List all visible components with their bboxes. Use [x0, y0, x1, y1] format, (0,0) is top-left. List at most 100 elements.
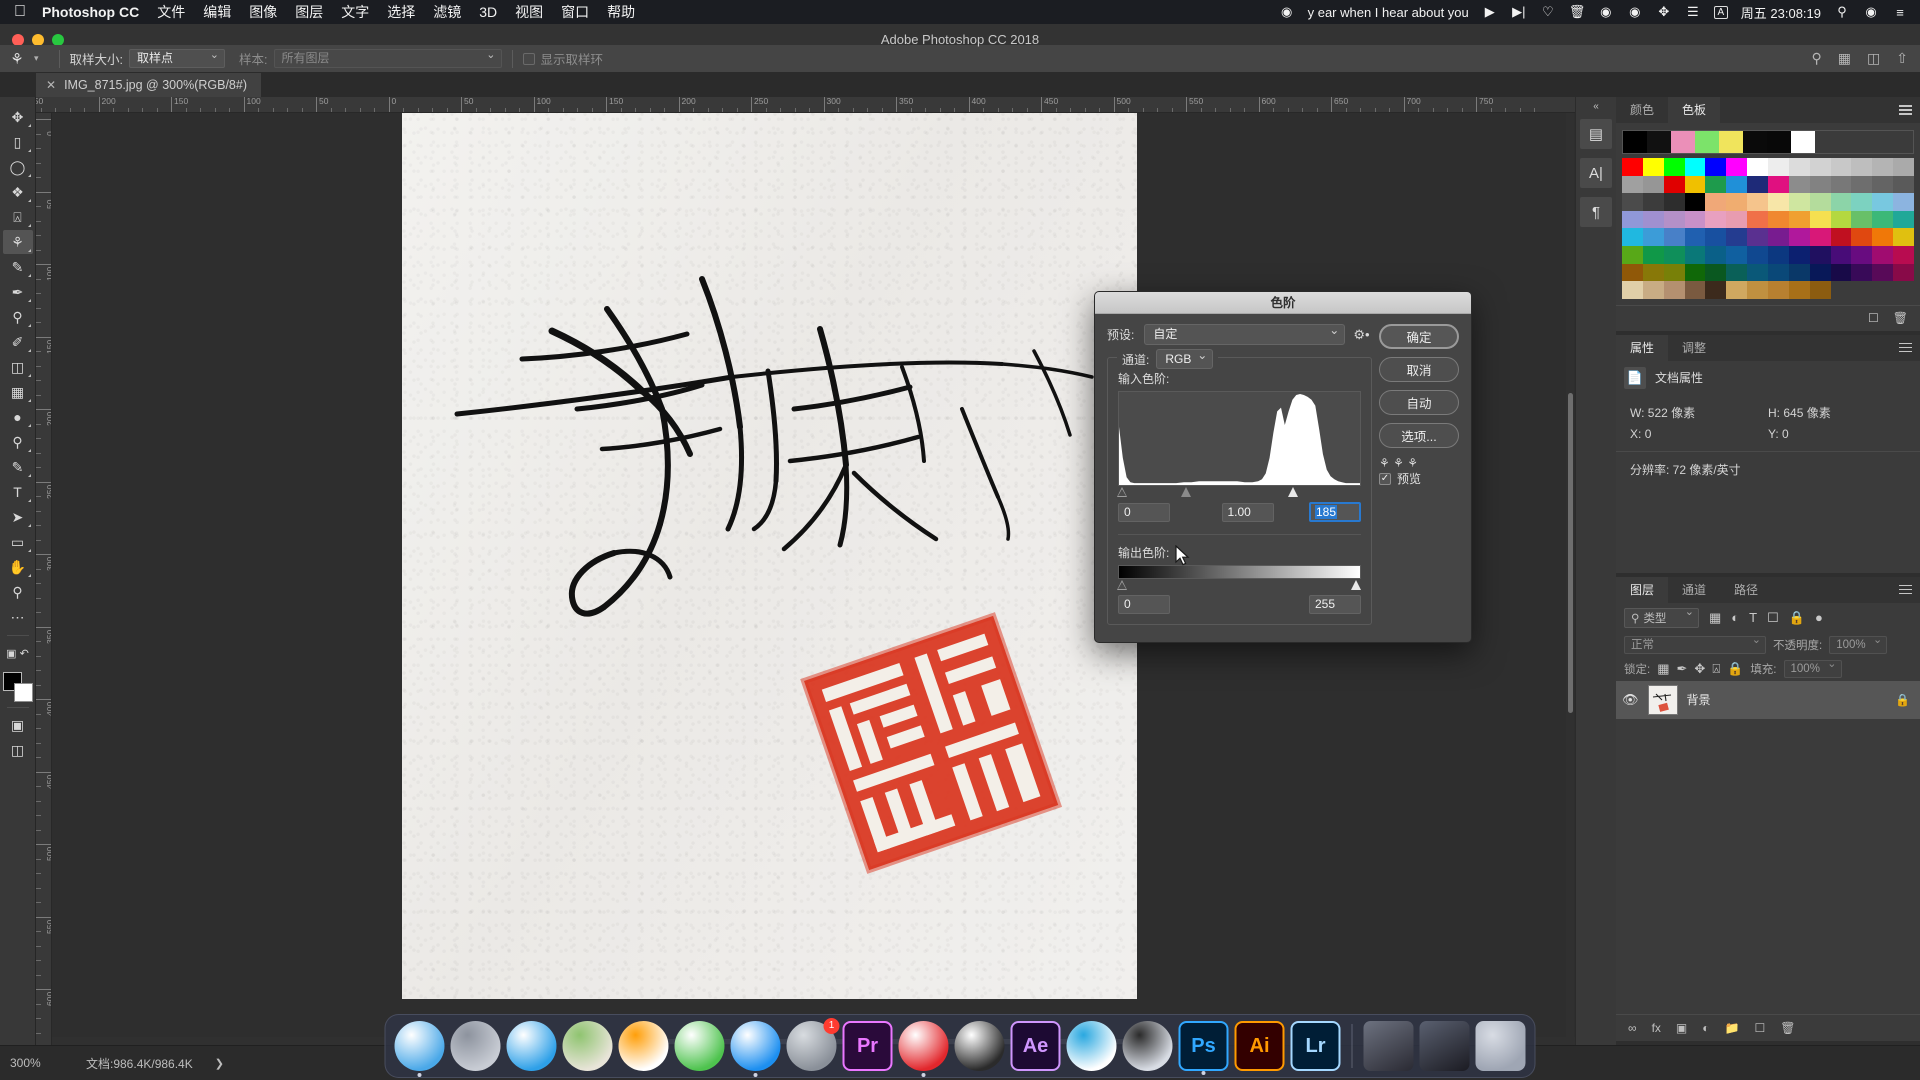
- panel-menu-icon[interactable]: [1899, 105, 1912, 117]
- layer-visibility-icon[interactable]: 👁: [1622, 692, 1639, 708]
- dock-item-wechat[interactable]: [674, 1021, 725, 1071]
- color-swatch[interactable]: [1663, 158, 1685, 176]
- color-swatch[interactable]: [1642, 281, 1664, 299]
- auto-button[interactable]: 自动: [1379, 390, 1459, 415]
- background-color-swatch[interactable]: [13, 683, 33, 702]
- heart-icon[interactable]: ♡: [1540, 4, 1556, 20]
- color-swatch[interactable]: [1663, 210, 1685, 229]
- color-swatch[interactable]: [1851, 228, 1873, 246]
- color-swatch[interactable]: [1622, 281, 1643, 299]
- color-swatch[interactable]: [1747, 210, 1768, 229]
- close-button[interactable]: [12, 33, 24, 46]
- current-swatch[interactable]: [1647, 131, 1671, 153]
- vertical-scrollbar[interactable]: [1566, 113, 1574, 1037]
- type-tool[interactable]: T: [3, 480, 33, 504]
- color-swatch[interactable]: [1642, 175, 1664, 194]
- color-swatch[interactable]: [1622, 175, 1643, 194]
- dock-item-finder[interactable]: [394, 1021, 445, 1077]
- color-swatch[interactable]: [1788, 193, 1810, 211]
- layer-style-icon[interactable]: fx: [1652, 1021, 1661, 1035]
- color-swatch[interactable]: [1788, 175, 1810, 194]
- color-swatch[interactable]: [1872, 228, 1894, 246]
- color-swatch[interactable]: [1642, 210, 1664, 229]
- color-swatch[interactable]: [1893, 245, 1914, 264]
- color-swatch[interactable]: [1684, 245, 1706, 264]
- healing-brush-tool[interactable]: ✎: [3, 255, 33, 279]
- document-canvas[interactable]: [402, 113, 1137, 999]
- levels-dialog[interactable]: 色阶 预设: 自定 ⚙• 通道: RGB 输入色阶:: [1094, 291, 1472, 643]
- quick-mask-icon[interactable]: ▣: [3, 713, 33, 737]
- preview-row[interactable]: ✓ 预览: [1379, 470, 1459, 487]
- dock-item-netease-music[interactable]: [898, 1021, 949, 1077]
- color-swatch[interactable]: [1622, 263, 1643, 282]
- history-brush-tool[interactable]: ✐: [3, 330, 33, 354]
- collapse-panels-icon[interactable]: «: [1593, 101, 1599, 112]
- window-traffic-lights[interactable]: [0, 33, 78, 46]
- tool-preset-chevron-icon[interactable]: ▾: [34, 53, 39, 64]
- ok-button[interactable]: 确定: [1379, 324, 1459, 349]
- shadow-input-handle[interactable]: [1117, 487, 1128, 497]
- color-swatch[interactable]: [1893, 158, 1914, 176]
- input-highlight-field[interactable]: 185: [1309, 502, 1361, 522]
- color-swatch[interactable]: [1684, 281, 1706, 299]
- new-group-icon[interactable]: 📁: [1725, 1021, 1740, 1035]
- layer-mask-icon[interactable]: ▣: [1676, 1021, 1687, 1035]
- menu-clock[interactable]: 周五 23:08:19: [1741, 3, 1821, 22]
- menu-item-type[interactable]: 文字: [341, 2, 369, 22]
- workspace-icon[interactable]: ▦: [1838, 50, 1851, 67]
- color-swatch[interactable]: [1747, 193, 1768, 211]
- output-white-field[interactable]: 255: [1309, 595, 1361, 614]
- color-swatch[interactable]: [1663, 193, 1685, 211]
- color-swatch[interactable]: [1622, 193, 1643, 211]
- color-swatch[interactable]: [1872, 158, 1894, 176]
- color-swatch[interactable]: [1768, 210, 1789, 229]
- dock-item-documents-stack[interactable]: [1419, 1021, 1470, 1071]
- menu-item-select[interactable]: 选择: [387, 2, 415, 22]
- smart-object-filter-icon[interactable]: 🔒: [1789, 610, 1805, 626]
- input-midtone-field[interactable]: 1.00: [1221, 502, 1274, 522]
- color-swatch[interactable]: [1642, 228, 1664, 246]
- delete-layer-icon[interactable]: 🗑: [1780, 1021, 1795, 1035]
- crop-tool[interactable]: ⍓: [3, 205, 33, 229]
- color-swatch[interactable]: [1747, 245, 1768, 264]
- color-swatch[interactable]: [1768, 158, 1789, 176]
- play-icon[interactable]: ▶: [1482, 4, 1498, 20]
- current-swatch-row[interactable]: [1622, 130, 1914, 154]
- panel-menu-icon[interactable]: [1899, 342, 1912, 355]
- dock-item-cinema4d[interactable]: [1122, 1021, 1173, 1071]
- color-swatch[interactable]: [1663, 228, 1685, 246]
- color-swatch[interactable]: [1809, 175, 1831, 194]
- color-swatch[interactable]: [1726, 193, 1748, 211]
- tab-paths[interactable]: 路径: [1720, 576, 1773, 603]
- share-icon[interactable]: ⇧: [1896, 50, 1908, 67]
- color-swatch[interactable]: [1705, 228, 1727, 246]
- options-button[interactable]: 选项...: [1379, 423, 1459, 448]
- color-swatch[interactable]: [1809, 228, 1831, 246]
- libraries-icon[interactable]: ▤: [1580, 119, 1612, 149]
- record-icon[interactable]: ◉: [1279, 4, 1295, 20]
- preview-checkbox[interactable]: ✓: [1379, 472, 1391, 485]
- dock-item-lightroom[interactable]: Lr: [1290, 1021, 1341, 1071]
- color-swatch[interactable]: [1663, 263, 1685, 282]
- eraser-tool[interactable]: ◫: [3, 355, 33, 379]
- color-swatch[interactable]: [1893, 263, 1914, 282]
- color-swatch[interactable]: [1705, 245, 1727, 264]
- color-swatch[interactable]: [1663, 245, 1685, 264]
- dodge-tool[interactable]: ⚲: [3, 430, 33, 454]
- color-swatch[interactable]: [1726, 245, 1748, 264]
- color-swatch[interactable]: [1768, 193, 1789, 211]
- color-swatches[interactable]: [2, 672, 33, 702]
- color-swatch[interactable]: [1726, 228, 1748, 246]
- color-swatch[interactable]: [1705, 193, 1727, 211]
- lock-transparent-icon[interactable]: ▦: [1657, 661, 1669, 677]
- color-swatch[interactable]: [1663, 175, 1685, 194]
- color-swatch[interactable]: [1851, 245, 1873, 264]
- shape-filter-icon[interactable]: ☐: [1767, 610, 1779, 626]
- tab-color[interactable]: 颜色: [1616, 97, 1669, 123]
- dock-item-downloads-folder[interactable]: [1363, 1021, 1414, 1071]
- dock-item-safari[interactable]: [506, 1021, 557, 1071]
- menu-item-image[interactable]: 图像: [249, 2, 277, 22]
- menu-app-name[interactable]: Photoshop CC: [42, 4, 139, 20]
- dock-item-launchpad[interactable]: [450, 1021, 501, 1071]
- color-swatch[interactable]: [1893, 193, 1914, 211]
